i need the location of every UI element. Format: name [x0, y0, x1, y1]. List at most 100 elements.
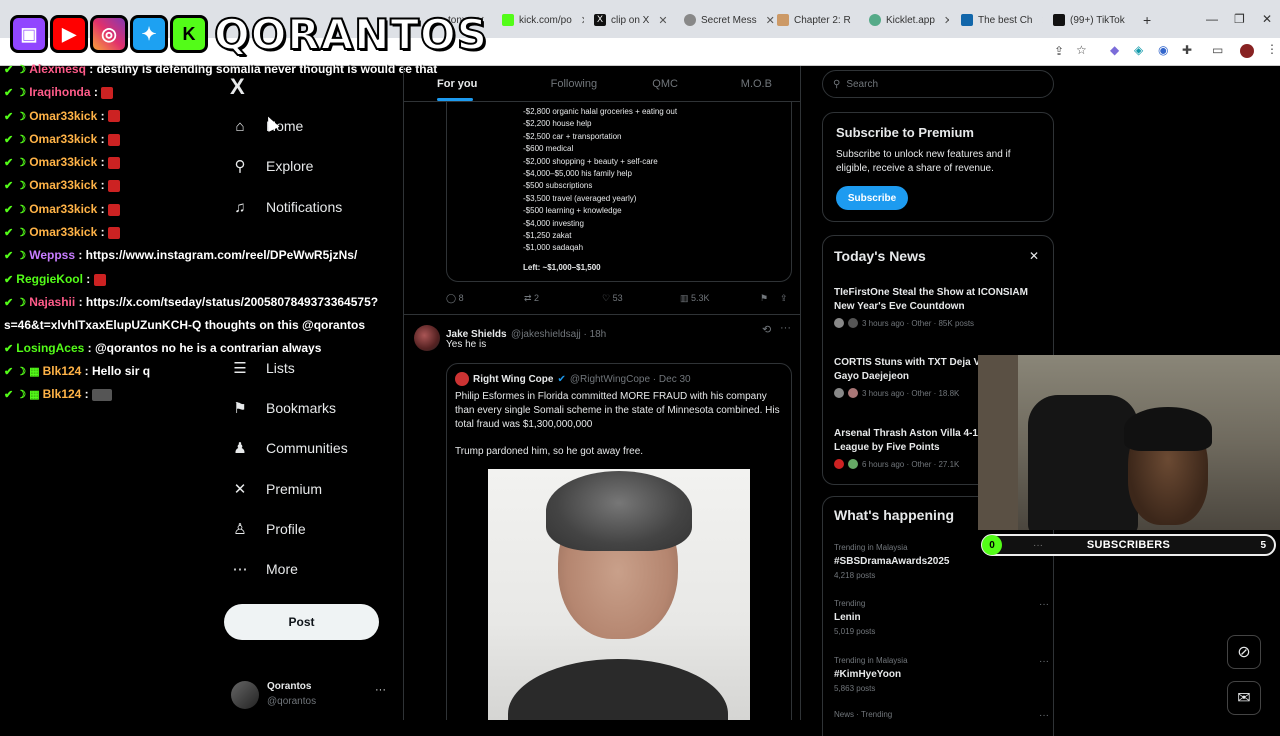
close-tab-icon[interactable]: ✕ — [1041, 14, 1043, 27]
like-count: 53 — [612, 292, 623, 303]
trend-item[interactable]: Trending in Malaysia #KimHyeYoon 5,863 p… — [834, 656, 1049, 693]
chat-username: Alexmesq — [29, 62, 86, 76]
trend-item[interactable]: Trending Lenin 5,019 posts ··· — [834, 599, 1049, 636]
nav-more[interactable]: ⋯ More — [230, 554, 298, 584]
kick-badge-icon: ✔ ☽ — [4, 203, 30, 216]
close-tab-icon[interactable]: ✕ — [944, 14, 949, 27]
tab-for-you[interactable]: For you — [404, 66, 528, 101]
post-button[interactable]: Post — [224, 604, 379, 640]
trend-more-icon[interactable]: ··· — [1039, 710, 1049, 721]
close-tab-icon[interactable]: ✕ — [581, 14, 584, 27]
browser-menu-icon[interactable]: ⋮ — [1266, 42, 1278, 56]
avatar — [848, 459, 858, 469]
tab-qmc[interactable]: QMC — [620, 66, 711, 101]
reply-button[interactable]: ◯ 8 — [446, 293, 464, 304]
sidebar-icon[interactable]: ▭ — [1212, 43, 1223, 57]
browser-tab[interactable]: The best Ch ✕ — [961, 8, 1043, 32]
messages-icon[interactable]: ✉ — [1227, 681, 1261, 715]
close-tab-icon[interactable]: ✕ — [766, 14, 774, 27]
budget-line: -$500 subscriptions — [523, 181, 593, 191]
quote-tweet[interactable]: Right Wing Cope ✔ @RightWingCope · Dec 3… — [446, 363, 792, 720]
trend-name: #KimHyeYoon — [834, 669, 902, 680]
chat-username: Omar33kick — [29, 155, 98, 170]
subscribe-button[interactable]: Subscribe — [836, 186, 908, 210]
tweet[interactable]: Jake Shields @jakeshieldsajj · 18h ⟲ ···… — [404, 314, 800, 720]
chat-message: ✔ LosingAces : @qorantos no he is a cont… — [4, 340, 322, 355]
tweet-image-card[interactable]: -$2,800 organic halal groceries + eating… — [446, 102, 792, 282]
minimize-icon[interactable]: — — [1206, 12, 1218, 26]
extensions-puzzle-icon[interactable]: ✚ — [1182, 43, 1192, 57]
grok-icon[interactable]: ⊘ — [1227, 635, 1261, 669]
browser-tab[interactable]: Kicklet.app ✕ — [869, 8, 949, 32]
kick-badge-icon: ✔ — [4, 273, 17, 286]
extension-icon[interactable]: ◆ — [1110, 43, 1119, 57]
webcam-chair — [1028, 395, 1138, 530]
trend-context: Trending in Malaysia — [834, 656, 908, 665]
avatar — [848, 318, 858, 328]
chat-username: LosingAces — [16, 340, 85, 355]
extension-icon[interactable]: ◈ — [1134, 43, 1143, 57]
tab-label: Chapter 2: R — [794, 14, 851, 26]
account-more-icon[interactable]: ··· — [375, 684, 386, 696]
browser-tab[interactable]: kick.com/po ✕ — [502, 8, 584, 32]
new-tab-button[interactable]: + — [1143, 8, 1157, 32]
chat-message: ✔ ☽ Omar33kick : — [0, 105, 410, 128]
bookmark-star-icon[interactable]: ☆ — [1076, 43, 1087, 57]
chat-text: https://x.com/tseday/status/200580784937… — [85, 294, 379, 309]
like-button[interactable]: ♡ 53 — [602, 293, 623, 304]
install-icon[interactable]: ⇪ — [1054, 44, 1064, 58]
trend-item[interactable]: News · Trending ··· — [834, 710, 1049, 721]
tweet-author-handle[interactable]: @jakeshieldsajj · 18h — [511, 329, 606, 340]
grok-icon[interactable]: ⟲ — [762, 323, 771, 336]
person-icon: ♙ — [233, 521, 247, 538]
news-meta: 6 hours ago · Other · 27.1K — [862, 459, 960, 469]
close-tab-icon[interactable]: ✕ — [658, 14, 667, 27]
trend-more-icon[interactable]: ··· — [1039, 656, 1049, 667]
news-title: Today's News — [834, 248, 926, 264]
kick-badge-icon: ✔ ☽ — [4, 227, 30, 240]
tweet-more-icon[interactable]: ··· — [780, 322, 791, 334]
chat-username: Omar33kick — [29, 225, 98, 240]
trend-context: Trending — [834, 599, 866, 608]
nav-profile[interactable]: ♙ Profile — [230, 514, 305, 544]
premium-title: Subscribe to Premium — [836, 125, 974, 140]
kick-badge-icon: ✔ ☽ — [4, 157, 30, 170]
close-window-icon[interactable]: ✕ — [1262, 12, 1272, 26]
chat-username: Weppss — [29, 248, 75, 263]
chat-message: ✔ ☽ Weppss : https://www.instagram.com/r… — [4, 248, 358, 263]
views-count: 5.3K — [691, 292, 710, 303]
tab-following[interactable]: Following — [528, 66, 619, 101]
nav-communities[interactable]: ♟ Communities — [230, 433, 347, 463]
budget-line: -$2,500 car + transportation — [523, 131, 622, 141]
chat-text: https://www.instagram.com/reel/DPeWwR5jz… — [85, 248, 358, 263]
browser-tab[interactable]: Chapter 2: R✕ — [777, 8, 857, 32]
tweet-text: Yes he is — [446, 339, 487, 350]
tiktok-favicon-icon — [1053, 14, 1065, 26]
repost-count: 2 — [534, 292, 540, 303]
chat-text: destiny is defending somalia never thoug… — [96, 62, 438, 76]
tab-mob[interactable]: M.O.B — [711, 66, 800, 101]
restore-icon[interactable]: ❐ — [1234, 12, 1245, 26]
account-switcher[interactable]: Qorantos @qorantos ··· — [231, 678, 391, 712]
share-icon[interactable]: ⇪ — [780, 293, 788, 304]
browser-tab[interactable]: Secret Mess ✕ — [684, 8, 774, 32]
browser-profile-avatar[interactable] — [1240, 44, 1254, 58]
browser-tab[interactable]: Xclip on X ✕ — [594, 8, 676, 32]
repost-button[interactable]: ⇄ 2 — [524, 293, 539, 304]
trend-more-icon[interactable]: ··· — [1039, 599, 1049, 610]
browser-tab[interactable]: (99+) TikTok✕ — [1053, 8, 1133, 32]
bookmark-icon[interactable]: ⚑ — [760, 293, 768, 304]
chat-username: ReggieKool — [16, 271, 83, 286]
news-item[interactable]: TIeFirstOne Steal the Show at ICONSIAM N… — [834, 286, 1044, 328]
youtube-icon: ▶ — [50, 15, 88, 53]
search-input[interactable]: ⚲ Search — [822, 70, 1054, 98]
avatar[interactable] — [414, 325, 440, 351]
views-button[interactable]: ▥ 5.3K — [680, 293, 710, 304]
quote-photo[interactable] — [488, 469, 750, 720]
kick-badge-icon: ✔ ☽ — [4, 180, 30, 193]
close-icon[interactable]: ✕ — [1029, 249, 1039, 263]
extension-icon[interactable]: ◉ — [1158, 43, 1168, 57]
tweet-actions: ◯ 8 ⇄ 2 ♡ 53 ▥ 5.3K ⚑ ⇪ — [446, 290, 792, 306]
nav-premium[interactable]: ✕ Premium — [230, 474, 322, 504]
trend-context: News · Trending — [834, 710, 893, 719]
